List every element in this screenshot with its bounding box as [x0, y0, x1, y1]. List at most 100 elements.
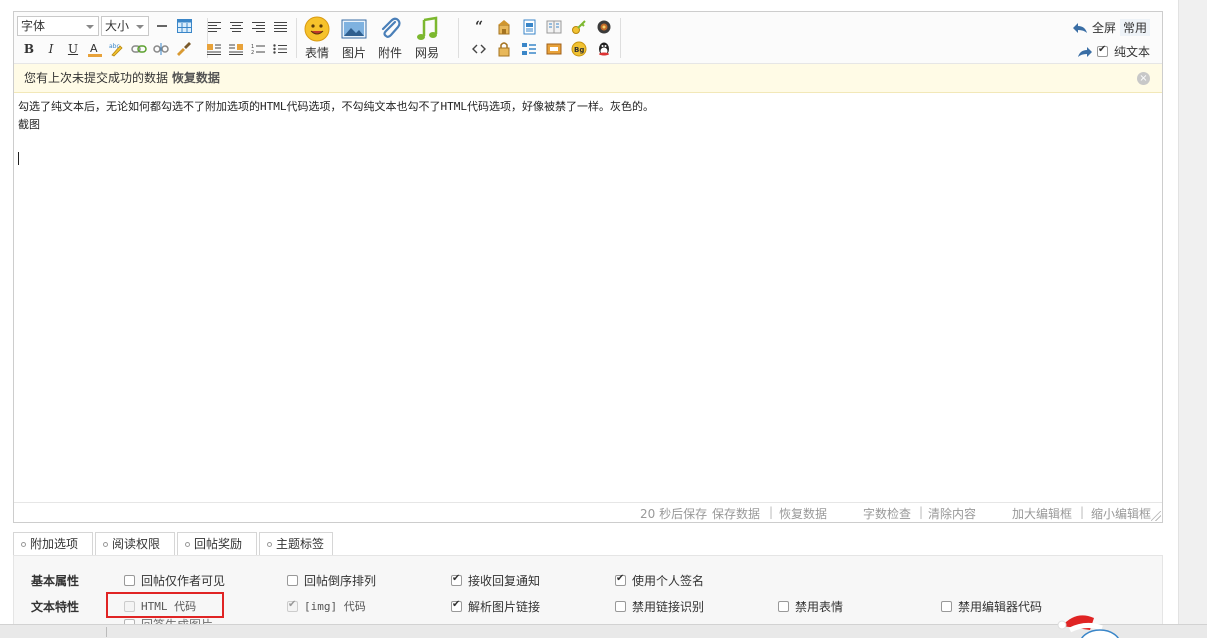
- tab-reply-reward[interactable]: 回帖奖励: [177, 532, 257, 556]
- fullscreen-link[interactable]: 全屏: [1092, 19, 1116, 36]
- insert-link-button[interactable]: [129, 39, 149, 59]
- background-color-button[interactable]: abc: [107, 39, 127, 59]
- align-justify-icon: [273, 21, 287, 33]
- netease-music-button[interactable]: 网易: [410, 16, 444, 62]
- font-family-select[interactable]: 字体: [17, 16, 99, 36]
- tab-additional-options[interactable]: 附加选项: [13, 532, 93, 556]
- checkbox[interactable]: [778, 601, 789, 612]
- common-mode-link[interactable]: 常用: [1119, 19, 1150, 36]
- free-content-button[interactable]: [519, 17, 539, 37]
- checkbox[interactable]: [615, 573, 626, 586]
- unlink-icon: [153, 43, 169, 55]
- svg-text:Bg: Bg: [574, 46, 584, 54]
- page-scrollbar[interactable]: [1178, 0, 1207, 638]
- image-icon: [341, 19, 367, 39]
- plaintext-checkbox[interactable]: [1096, 44, 1108, 57]
- italic-button[interactable]: I: [41, 39, 61, 59]
- text-cursor: [18, 152, 19, 165]
- lock-icon: [498, 42, 510, 57]
- option-img-code: [img] 代码: [287, 598, 366, 614]
- tab-dot-icon: [185, 542, 190, 547]
- close-icon[interactable]: ×: [1137, 72, 1150, 85]
- align-center-button[interactable]: [226, 17, 246, 37]
- word-check-link[interactable]: 字数检查: [863, 505, 911, 522]
- option-label: 回帖倒序排列: [304, 574, 377, 588]
- font-color-button[interactable]: A: [85, 39, 105, 59]
- align-justify-button[interactable]: [270, 17, 290, 37]
- option-label: 禁用链接识别: [632, 600, 705, 614]
- quote-button[interactable]: “: [469, 17, 489, 37]
- align-center-icon: [229, 21, 243, 33]
- image-button-label: 图片: [341, 46, 366, 60]
- attachment-button[interactable]: 附件: [373, 16, 407, 62]
- checkbox[interactable]: [287, 575, 298, 586]
- align-right-button[interactable]: [248, 17, 268, 37]
- option-disable-link-detection[interactable]: 禁用链接识别: [615, 598, 704, 615]
- plaintext-label[interactable]: 纯文本: [1114, 43, 1150, 60]
- emoji-button[interactable]: 表情: [300, 16, 334, 62]
- tab-label: 主题标签: [276, 537, 325, 551]
- table-button[interactable]: [174, 16, 194, 36]
- option-html-code: HTML 代码: [124, 598, 196, 614]
- restore-data-statusbar-link[interactable]: 恢复数据: [779, 505, 827, 522]
- download-button[interactable]: [569, 17, 589, 37]
- index-button[interactable]: [519, 39, 539, 59]
- page-break-button[interactable]: [544, 39, 564, 59]
- background-image-button[interactable]: Bg: [569, 39, 589, 59]
- password-button[interactable]: [494, 39, 514, 59]
- option-label: 使用个人签名: [632, 574, 705, 588]
- bold-button[interactable]: B: [19, 39, 39, 59]
- option-reply-author-only[interactable]: 回帖仅作者可见: [124, 572, 225, 589]
- option-label: HTML 代码: [141, 600, 197, 613]
- checkbox[interactable]: [615, 601, 626, 612]
- restore-data-link[interactable]: 恢复数据: [172, 71, 220, 85]
- columns-button[interactable]: [544, 17, 564, 37]
- checkbox[interactable]: [451, 573, 462, 586]
- tab-dot-icon: [267, 542, 272, 547]
- option-receive-reply-notice[interactable]: 接收回复通知: [451, 572, 540, 589]
- underline-button[interactable]: U: [63, 39, 83, 59]
- float-left-button[interactable]: [204, 39, 224, 59]
- checkbox[interactable]: [941, 601, 952, 612]
- hide-content-button[interactable]: [494, 17, 514, 37]
- code-button[interactable]: [469, 39, 489, 59]
- checkbox: [287, 599, 298, 612]
- option-disable-editor-code[interactable]: 禁用编辑器代码: [941, 598, 1042, 615]
- tab-topic-tags[interactable]: 主题标签: [259, 532, 333, 556]
- option-disable-smilies[interactable]: 禁用表情: [778, 598, 843, 615]
- tab-read-permission[interactable]: 阅读权限: [95, 532, 175, 556]
- checkbox[interactable]: [451, 599, 462, 612]
- save-data-link[interactable]: 保存数据: [712, 505, 760, 522]
- basic-attributes-label: 基本属性: [31, 574, 80, 588]
- highlight-pen-icon: abc: [109, 43, 123, 56]
- image-button[interactable]: 图片: [337, 16, 371, 62]
- content-line: 截图: [18, 118, 40, 131]
- clear-content-link[interactable]: 清除内容: [928, 505, 976, 522]
- option-label: 解析图片链接: [468, 600, 541, 614]
- font-size-select[interactable]: 大小: [101, 16, 149, 36]
- horizontal-rule-button[interactable]: [152, 16, 172, 36]
- svg-text:abc: abc: [109, 43, 120, 50]
- option-parse-image-links[interactable]: 解析图片链接: [451, 598, 540, 615]
- editor-content[interactable]: 勾选了纯文本后，无论如何都勾选不了附加选项的HTML代码选项，不勾纯文本也勾不了…: [18, 98, 1156, 498]
- checkbox: [124, 600, 135, 612]
- ordered-list-button[interactable]: 12: [248, 39, 268, 59]
- ordered-list-icon: 12: [251, 44, 265, 55]
- qq-button[interactable]: [594, 39, 614, 59]
- shrink-editor-link[interactable]: 缩小编辑框: [1091, 505, 1151, 522]
- resize-handle[interactable]: [1151, 511, 1161, 521]
- brush-icon: [177, 42, 191, 56]
- emoji-button-label: 表情: [304, 46, 329, 60]
- float-right-button[interactable]: [226, 39, 246, 59]
- font-family-select-value: 字体: [21, 19, 46, 33]
- checkbox[interactable]: [124, 575, 135, 586]
- option-reply-reverse-order[interactable]: 回帖倒序排列: [287, 572, 376, 589]
- unlink-button[interactable]: [151, 39, 171, 59]
- unordered-list-button[interactable]: [270, 39, 290, 59]
- restore-notice-text: 您有上次未提交成功的数据: [24, 71, 172, 85]
- enlarge-editor-link[interactable]: 加大编辑框: [1012, 505, 1072, 522]
- flash-button[interactable]: [594, 17, 614, 37]
- align-left-button[interactable]: [204, 17, 224, 37]
- option-use-signature[interactable]: 使用个人签名: [615, 572, 704, 589]
- clear-format-button[interactable]: [173, 39, 193, 59]
